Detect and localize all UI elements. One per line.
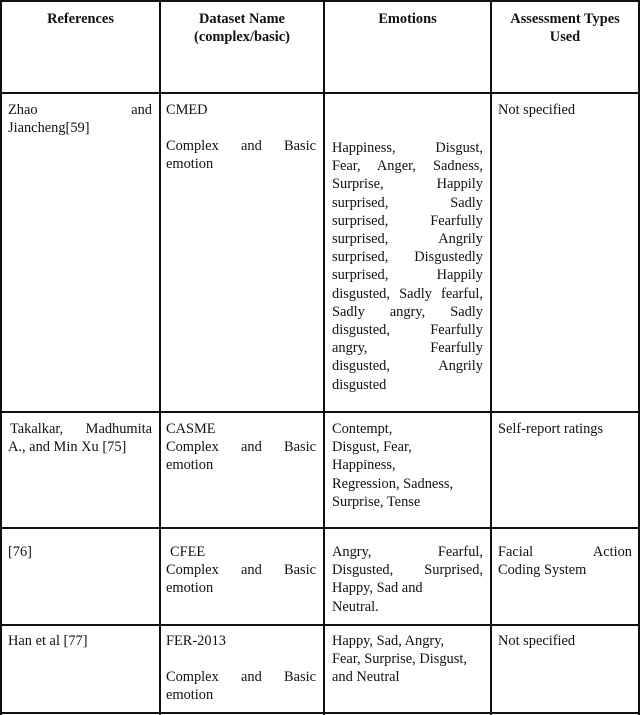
row-divider [0,411,640,413]
row-divider [0,92,640,94]
cell-emotions: Happy, Sad, Angry, Fear, Surprise, Disgu… [332,633,467,686]
cell-emotions: Angry, Fearful, Disgusted, Surprised, Ha… [332,544,483,615]
header-emotions: Emotions [378,11,437,27]
row-divider [0,624,640,626]
column-divider [159,0,161,715]
cell-emotions: Happiness, Disgust, Fear, Anger, Sadness… [332,140,483,393]
header-references: References [47,11,114,27]
cell-dataset: CFEE Complex and Basic emotion [166,544,316,597]
cell-assessment: Not specified [498,633,576,649]
header-assessment-types: Assessment Types Used [510,11,620,46]
dataset-name: FER-2013 [166,633,226,649]
dataset-name: CASME [166,421,216,437]
table-border-bottom [0,712,640,714]
cell-assessment: Not specified [498,102,576,118]
cell-reference: Zhao and Jiancheng[59] [8,102,152,137]
dataset-name: CFEE [170,544,206,560]
column-divider [323,0,325,715]
cell-dataset: CASME Complex and Basic emotion [166,421,316,474]
cell-assessment: Self-report ratings [498,421,604,437]
cell-reference: [76] [8,544,32,560]
cell-emotions: Contempt, Disgust, Fear, Happiness, Regr… [332,421,454,510]
cell-reference: Takalkar, Madhumita A., and Min Xu [75] [8,421,152,456]
column-divider [490,0,492,715]
cell-reference: Han et al [77] [8,633,88,649]
header-dataset-name: Dataset Name (complex/basic) [194,11,290,46]
cell-dataset: FER-2013 Complex and Basic emotion [166,633,316,704]
emotion-datasets-table: References Dataset Name (complex/basic) … [0,0,640,715]
dataset-name: CMED [166,102,208,118]
table-border-left [0,0,2,715]
cell-assessment: Facial Action Coding System [498,544,632,579]
cell-dataset: CMED Complex and Basic emotion [166,102,316,173]
table-border-top [0,0,640,2]
row-divider [0,527,640,529]
